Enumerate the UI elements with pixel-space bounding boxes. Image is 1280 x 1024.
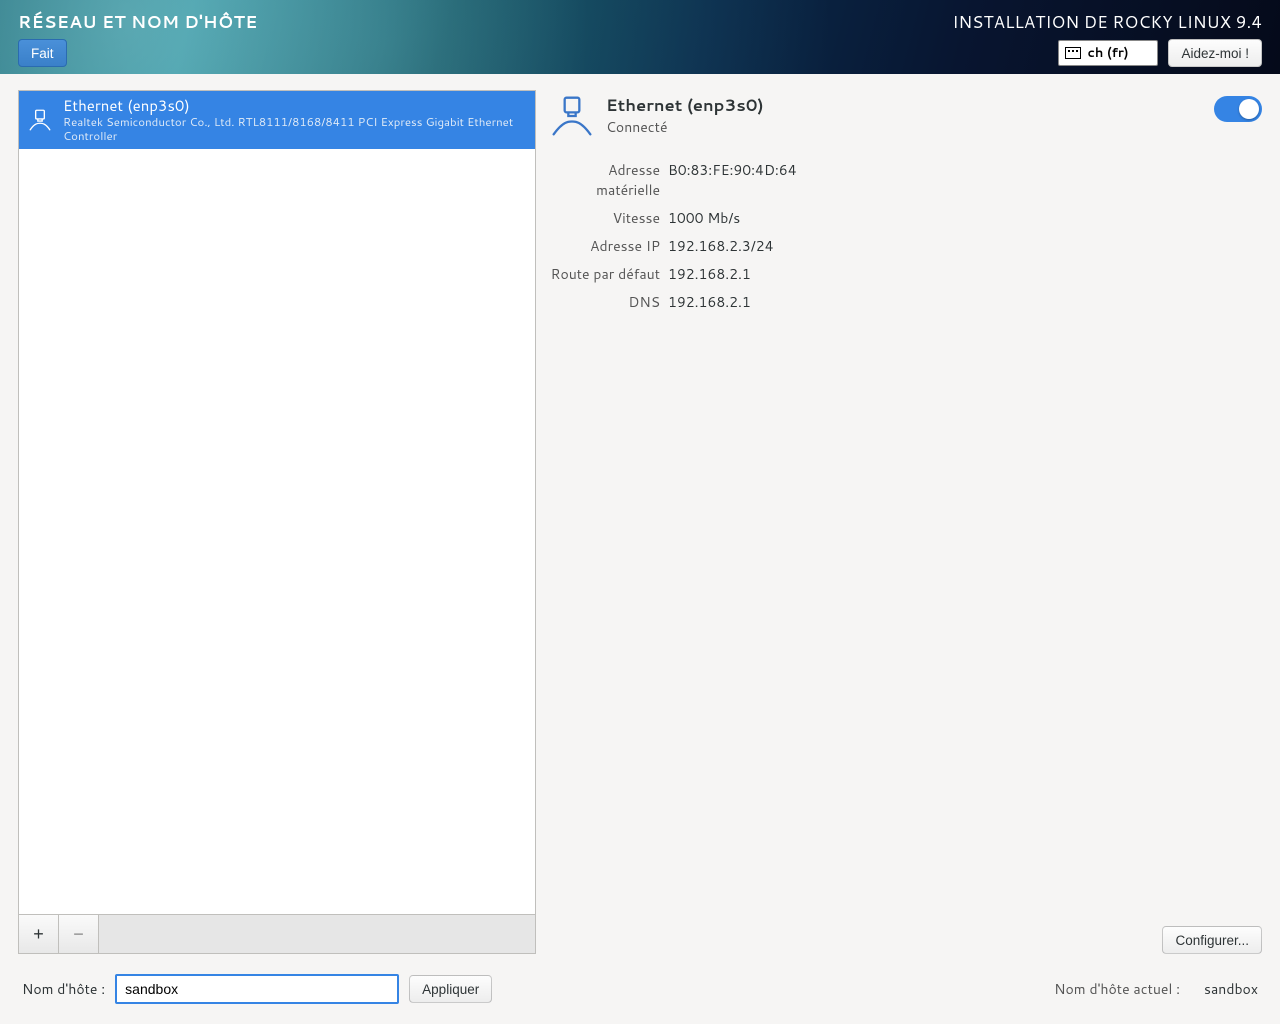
device-list-item[interactable]: Ethernet (enp3s0) Realtek Semiconductor … [19,91,535,149]
help-button[interactable]: Aidez-moi ! [1168,39,1262,67]
keyboard-layout-indicator[interactable]: ch (fr) [1058,40,1158,66]
ethernet-plug-icon [550,94,594,138]
keyboard-layout-text: ch (fr) [1087,44,1128,62]
device-subtitle: Realtek Semiconductor Co., Ltd. RTL8111/… [63,115,525,143]
ip-label: Adresse IP [550,236,660,256]
keyboard-icon [1065,47,1081,59]
route-value: 192.168.2.1 [668,264,1262,284]
page-title: RÉSEAU ET NOM D'HÔTE [18,0,258,34]
device-list[interactable]: Ethernet (enp3s0) Realtek Semiconductor … [18,90,536,915]
hostname-bar: Nom d'hôte : Appliquer Nom d'hôte actuel… [0,954,1280,1024]
ethernet-plug-icon [27,107,53,133]
hostname-input[interactable] [115,974,399,1004]
toggle-knob [1239,99,1259,119]
hostname-label: Nom d'hôte : [22,979,105,999]
add-device-button[interactable]: + [19,915,59,953]
hw-address-value: B0:83:FE:90:4D:64 [668,160,1262,200]
configure-button[interactable]: Configurer... [1162,926,1262,954]
remove-device-button[interactable]: − [59,915,99,953]
dns-label: DNS [550,292,660,312]
apply-hostname-button[interactable]: Appliquer [409,975,492,1003]
connection-toggle[interactable] [1214,96,1262,122]
connection-title: Ethernet (enp3s0) [606,94,764,117]
connection-details: Adresse matérielle B0:83:FE:90:4D:64 Vit… [550,160,1262,312]
installer-title: INSTALLATION DE ROCKY LINUX 9.4 [952,0,1262,34]
header-banner: RÉSEAU ET NOM D'HÔTE Fait INSTALLATION D… [0,0,1280,74]
current-hostname-label: Nom d'hôte actuel : [1054,979,1180,999]
done-button[interactable]: Fait [18,39,67,67]
connection-status: Connecté [606,117,764,137]
dns-value: 192.168.2.1 [668,292,1262,312]
route-label: Route par défaut [550,264,660,284]
speed-value: 1000 Mb/s [668,208,1262,228]
hw-address-label: Adresse matérielle [550,160,660,200]
current-hostname-value: sandbox [1204,979,1258,999]
device-add-remove-toolbar: + − [18,915,536,954]
ip-value: 192.168.2.3/24 [668,236,1262,256]
speed-label: Vitesse [550,208,660,228]
